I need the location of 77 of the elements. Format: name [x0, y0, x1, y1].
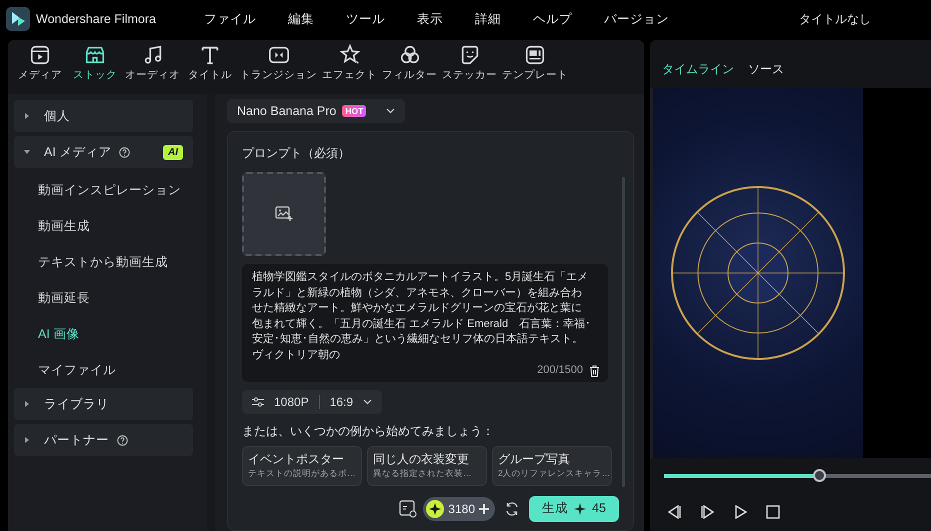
toolbar-tab[interactable]: ステッカー — [441, 44, 498, 94]
plus-icon — [479, 504, 489, 514]
example-title: 同じ人の衣装変更 — [373, 452, 470, 468]
output-settings-button[interactable]: 1080P 16:9 — [242, 390, 382, 414]
chevron-down-icon — [363, 398, 372, 404]
prompt-field[interactable]: 植物学図鑑スタイルのボタニカルアートイラスト。5月誕生石「エメラルド」と新緑の植物（シダ、アネモネ、クローバー）を組み合わせた精緻なアート。鮮やかなエメラルドグリーンの宝石が花と葉に包まれて輝く。「五月の誕生石 エメラルド Emerald 石言葉：幸福･安定･知恵･自然の恵み」という繊細なセリフ体の日本語テキスト。ヴィクトリア朝の 200/1500 — [242, 264, 608, 382]
sidebar-item[interactable]: マイファイル — [14, 352, 193, 388]
sidebar-group[interactable]: ライブラリ — [14, 388, 193, 420]
menu-item[interactable]: ヘルプ — [532, 10, 572, 28]
store-icon — [84, 44, 106, 66]
menu-item[interactable]: 編集 — [288, 10, 314, 28]
credits-button[interactable]: 3180 — [423, 496, 495, 520]
preview-tab[interactable]: タイムライン — [662, 60, 734, 78]
sidebar-item[interactable]: 動画生成 — [14, 208, 193, 244]
menu-item[interactable]: バージョン — [604, 10, 669, 28]
toolbar-tab[interactable]: ストック — [69, 44, 121, 94]
sidebar-item[interactable]: 動画延長 — [14, 280, 193, 316]
menu-item[interactable]: ツール — [346, 10, 385, 28]
caret-icon — [24, 149, 30, 155]
app-title: Wondershare Filmora — [36, 10, 156, 28]
document-title: タイトルなし — [799, 11, 871, 28]
media-icon — [29, 44, 51, 66]
example-description: テキストの説明があるポ… — [248, 468, 356, 479]
refresh-icon[interactable] — [505, 502, 519, 516]
sparkle-icon — [574, 502, 586, 514]
sparkle-star-icon — [338, 44, 360, 66]
example-card[interactable]: グループ写真 2人のリファレンスキャラ… — [492, 446, 612, 486]
sidebar-item[interactable]: AI 画像 — [14, 316, 193, 352]
play-button[interactable] — [734, 502, 748, 520]
next-frame-button[interactable] — [700, 502, 716, 520]
example-card[interactable]: イベントポスター テキストの説明があるポ… — [242, 446, 362, 486]
previous-frame-button[interactable] — [666, 502, 682, 520]
caret-icon — [24, 113, 30, 119]
sidebar-item[interactable]: 動画インスピレーション — [14, 172, 193, 208]
menu-item[interactable]: ファイル — [204, 10, 256, 28]
toolbar-tab[interactable]: フィルター — [381, 44, 438, 94]
toolbar-tab[interactable]: オーディオ — [124, 44, 181, 94]
help-icon[interactable] — [117, 434, 128, 446]
app-logo-icon — [6, 7, 30, 31]
hot-badge: HOT — [342, 104, 366, 118]
example-description: 異なる指定された衣装… — [373, 468, 472, 479]
sparkle-coin-icon — [426, 500, 444, 518]
toolbar-tab[interactable]: エフェクト — [321, 44, 378, 94]
text-icon — [199, 44, 221, 66]
model-dropdown[interactable]: Nano Banana Pro HOT — [227, 99, 406, 123]
example-title: グループ写真 — [498, 452, 571, 468]
example-card[interactable]: 同じ人の衣装変更 異なる指定された衣装… — [367, 446, 487, 486]
example-title: イベントポスター — [248, 452, 345, 468]
toolbar-tab[interactable]: メディア — [14, 44, 66, 94]
ai-badge: AI — [163, 144, 183, 160]
toolbar-tab[interactable]: タイトル — [184, 44, 236, 94]
transition-icon — [268, 44, 290, 66]
examples-hint: または、いくつかの例から始めてみましょう： — [242, 422, 495, 440]
menu-item[interactable]: 表示 — [416, 10, 443, 28]
caret-icon — [24, 437, 30, 443]
prompt-text: 植物学図鑑スタイルのボタニカルアートイラスト。5月誕生石「エメラルド」と新緑の植物（シダ、アネモネ、クローバー）を組み合わせた精緻なアート。鮮やかなエメラルドグリーンの宝石が花と葉に包まれて輝く。「五月の誕生石 エメラルド Emerald 石言葉：幸福･安定･知恵･自然の恵み」という繊細なセリフ体の日本語テキスト。ヴィクトリア朝の — [252, 270, 592, 362]
chevron-down-icon — [386, 108, 396, 114]
sidebar-group[interactable]: 個人 — [14, 100, 193, 132]
sidebar-group[interactable]: AI メディア AI — [14, 136, 193, 168]
sidebar-item[interactable]: テキストから動画生成 — [14, 244, 193, 280]
help-icon[interactable] — [119, 146, 130, 158]
toolbar-tab[interactable]: トランジション — [239, 44, 318, 94]
toolbar-tab[interactable]: テンプレート — [501, 44, 569, 94]
sliders-icon — [252, 396, 264, 406]
preview-tab[interactable]: ソース — [748, 60, 784, 78]
add-image-icon — [275, 206, 293, 222]
filter-circles-icon — [398, 44, 420, 66]
character-count: 200/1500 — [537, 363, 583, 378]
menu-item[interactable]: 詳細 — [474, 10, 501, 28]
template-icon — [524, 44, 546, 66]
example-description: 2人のリファレンスキャラ… — [498, 468, 610, 479]
trash-icon[interactable] — [589, 364, 600, 377]
prompt-label: プロンプト（必須） — [242, 145, 351, 162]
sidebar-group[interactable]: パートナー — [14, 424, 193, 456]
caret-icon — [24, 401, 30, 407]
generate-button[interactable]: 生成 45 — [529, 496, 619, 522]
ai-image-icon[interactable] — [399, 500, 418, 518]
